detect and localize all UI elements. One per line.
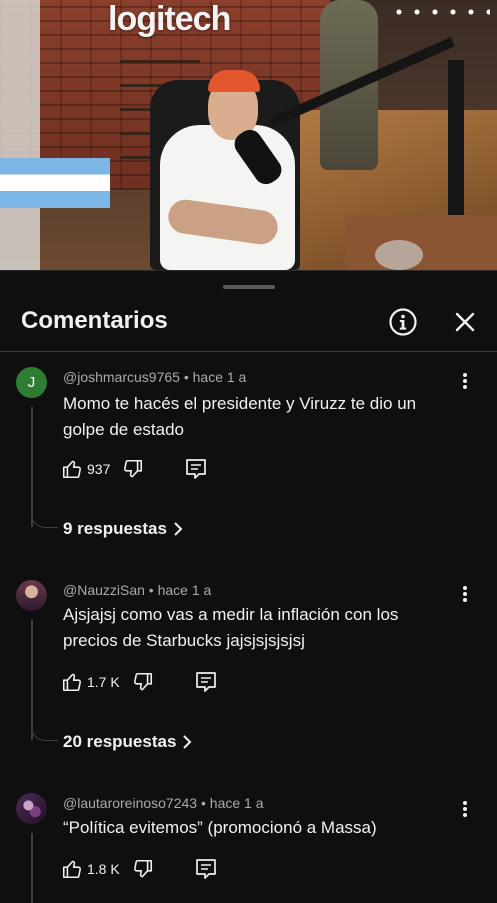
info-button[interactable] (386, 305, 420, 339)
more-options-button[interactable] (455, 797, 475, 821)
thread-connector (31, 513, 58, 528)
left-wall (0, 0, 40, 270)
comment-text: Ajsjajsj como vas a medir la inflación c… (63, 605, 399, 650)
comment-actions: 1.7 K (61, 668, 218, 696)
dislike-button[interactable] (122, 458, 144, 480)
thread-connector (31, 726, 58, 741)
comment-time: hace 1 a (192, 369, 247, 385)
author-name[interactable]: @lautaroreinoso7243 (63, 795, 197, 811)
thread-line (31, 407, 33, 527)
comment-meta: @lautaroreinoso7243 • hace 1 a (63, 795, 264, 811)
panel-title: Comentarios (21, 307, 168, 334)
thread-line (31, 620, 33, 740)
reply-comment-icon (186, 459, 207, 479)
comment-text: Momo te hacés el presidente y Viruzz te … (63, 394, 417, 439)
comment-thread: @NauzziSan • hace 1 a Ajsjajsj como vas … (0, 578, 497, 778)
header-divider (0, 351, 497, 352)
like-button[interactable]: 1.7 K (61, 671, 120, 693)
like-count: 937 (87, 461, 111, 477)
thumb-down-icon (133, 859, 152, 878)
comment-meta: @joshmarcus9765 • hace 1 a (63, 369, 246, 385)
close-button[interactable] (448, 305, 482, 339)
replies-label: 9 respuestas (63, 519, 167, 538)
meta-separator: • (179, 369, 193, 385)
thumb-down-icon (124, 459, 143, 478)
orange-cap (208, 70, 260, 92)
logitech-logo: logitech (108, 0, 231, 38)
argentina-flag (0, 158, 110, 208)
meta-separator: • (144, 582, 158, 598)
thumb-up-icon (62, 460, 81, 479)
comment-thread: J @joshmarcus9765 • hace 1 a Momo te hac… (0, 365, 497, 565)
mate-cup (375, 240, 423, 270)
comment-thread: @lautaroreinoso7243 • hace 1 a “Política… (0, 791, 497, 903)
thread-line (31, 833, 33, 903)
meta-separator: • (197, 795, 210, 811)
reply-comment-icon (195, 859, 216, 879)
view-replies-button[interactable]: 9 respuestas (63, 519, 183, 539)
desk (345, 215, 497, 270)
comment-actions: 937 (61, 455, 208, 483)
reply-button[interactable] (194, 858, 218, 880)
video-player[interactable]: logitech (0, 0, 497, 270)
comment-text: “Política evitemos” (promocionó a Massa) (63, 818, 377, 837)
like-button[interactable]: 1.8 K (61, 858, 120, 880)
thumb-up-icon (62, 860, 81, 879)
comment-meta: @NauzziSan • hace 1 a (63, 582, 211, 598)
view-replies-button[interactable]: 20 respuestas (63, 732, 192, 752)
comment-time: hace 1 a (157, 582, 212, 598)
more-vert-icon (463, 586, 467, 602)
drag-handle[interactable] (223, 285, 275, 289)
comments-panel: Comentarios J @joshmarcus9765 • hace 1 a… (0, 270, 497, 903)
chevron-right-icon (183, 735, 192, 749)
reply-button[interactable] (184, 458, 208, 480)
avatar[interactable] (16, 793, 47, 824)
streamer-body (160, 125, 295, 270)
like-count: 1.7 K (87, 674, 120, 690)
avatar[interactable] (16, 580, 47, 611)
info-icon (389, 308, 417, 336)
more-options-button[interactable] (455, 582, 475, 606)
author-name[interactable]: @joshmarcus9765 (63, 369, 180, 385)
dislike-button[interactable] (132, 858, 154, 880)
more-vert-icon (463, 373, 467, 389)
close-icon (455, 312, 475, 332)
reply-comment-icon (195, 672, 216, 692)
dislike-button[interactable] (132, 671, 154, 693)
ceiling-lights (390, 8, 490, 16)
avatar[interactable]: J (16, 367, 47, 398)
more-options-button[interactable] (455, 369, 475, 393)
thumb-down-icon (133, 672, 152, 691)
thumb-up-icon (62, 673, 81, 692)
mic-stand (448, 60, 464, 230)
chevron-right-icon (174, 522, 183, 536)
replies-label: 20 respuestas (63, 732, 177, 751)
author-name[interactable]: @NauzziSan (63, 582, 145, 598)
like-button[interactable]: 937 (61, 458, 110, 480)
more-vert-icon (463, 801, 467, 817)
reply-button[interactable] (194, 671, 218, 693)
like-count: 1.8 K (87, 861, 120, 877)
comment-time: hace 1 a (209, 795, 264, 811)
comment-actions: 1.8 K (61, 855, 218, 883)
